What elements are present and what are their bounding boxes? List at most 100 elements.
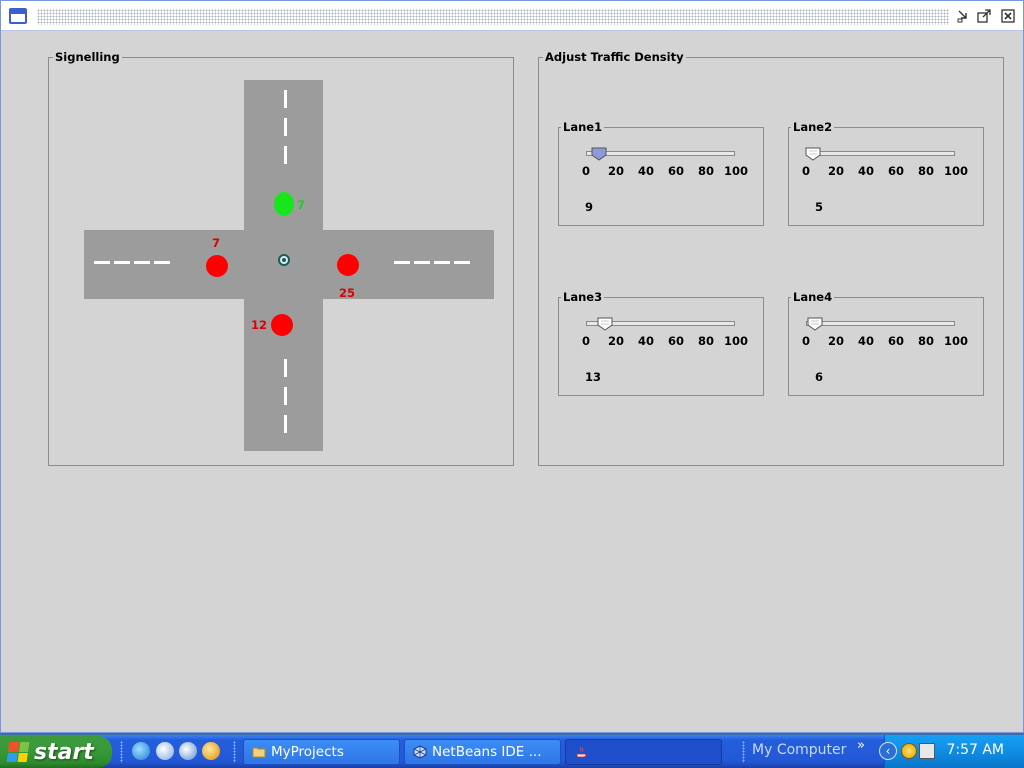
lane-marking: [284, 359, 287, 377]
lane-marking: [394, 261, 410, 264]
slider-tick-label: 20: [827, 334, 845, 348]
start-button[interactable]: start: [0, 736, 112, 768]
lane-label-4: Lane4: [791, 290, 835, 304]
windows-logo-icon: [6, 742, 30, 762]
slider-tick-label: 20: [607, 164, 625, 178]
taskbar: start MyProjects NetBeans IDE ... My Com…: [0, 735, 1024, 768]
signal-count-west: 7: [212, 236, 221, 250]
minimize-button[interactable]: [955, 8, 973, 24]
task-myprojects[interactable]: MyProjects: [243, 739, 400, 765]
my-computer-toolbar[interactable]: My Computer: [752, 742, 846, 758]
clock[interactable]: 7:57 AM: [946, 742, 1004, 758]
internet-explorer-icon[interactable]: [132, 742, 150, 760]
signal-count-north: 7: [297, 198, 306, 212]
lane-slider-track-2[interactable]: [806, 151, 955, 156]
lane-marking: [284, 387, 287, 405]
lane-slider-track-4[interactable]: [806, 321, 955, 326]
system-tray: ‹ 7:57 AM: [879, 735, 1024, 768]
signal-count-east: 25: [339, 286, 356, 300]
lane-value-3: 13: [585, 370, 602, 384]
slider-tick-label: 60: [887, 334, 905, 348]
lane-marking: [284, 415, 287, 433]
lane-value-2: 5: [815, 200, 824, 214]
signalling-title: Signelling: [53, 50, 122, 64]
traffic-density-panel: Adjust Traffic Density: [538, 50, 1004, 466]
java-icon: [576, 746, 587, 758]
folder-icon: [252, 747, 266, 758]
slider-tick-label: 100: [943, 164, 969, 178]
close-button[interactable]: [999, 8, 1017, 24]
signal-count-south: 12: [251, 318, 268, 332]
slider-tick-label: 100: [723, 164, 749, 178]
task-label-netbeans: NetBeans IDE ...: [432, 744, 542, 760]
frame-menu-icon[interactable]: [9, 8, 27, 24]
lane-label-2: Lane2: [791, 120, 835, 134]
internal-frame: Signelling 7 7 25 12 Adjust Traffic Dens…: [0, 0, 1024, 733]
signal-light-south: [271, 314, 293, 336]
maximize-button[interactable]: [975, 8, 993, 24]
slider-tick-label: 0: [801, 164, 811, 178]
lane-marking: [284, 118, 287, 136]
slider-tick-label: 0: [581, 334, 591, 348]
slider-tick-label: 80: [697, 334, 715, 348]
slider-tick-label: 40: [857, 334, 875, 348]
quicklaunch-grip[interactable]: [120, 741, 123, 763]
task-netbeans[interactable]: NetBeans IDE ...: [404, 739, 561, 765]
lane-marking: [434, 261, 450, 264]
junction-center-icon: [278, 254, 290, 266]
lane-marking: [284, 146, 287, 164]
slider-tick-label: 80: [917, 334, 935, 348]
slider-tick-label: 100: [943, 334, 969, 348]
minimize-icon: [957, 10, 967, 23]
lane-slider-thumb-2[interactable]: [805, 147, 821, 161]
signal-light-north: [274, 192, 294, 216]
close-icon: [1001, 9, 1015, 23]
lane-marking: [154, 261, 170, 264]
lane-marking: [454, 261, 470, 264]
traffic-density-title: Adjust Traffic Density: [543, 50, 686, 64]
task-java-app[interactable]: [565, 739, 722, 765]
slider-tick-label: 100: [723, 334, 749, 348]
slider-tick-label: 80: [917, 164, 935, 178]
browser-icon[interactable]: [179, 742, 197, 760]
slider-tick-label: 20: [607, 334, 625, 348]
lane-slider-thumb-1[interactable]: [591, 147, 607, 161]
lane-slider-thumb-4[interactable]: [807, 317, 823, 331]
slider-tick-label: 0: [801, 334, 811, 348]
lane-marking: [134, 261, 150, 264]
toolbar-chevron[interactable]: »: [857, 738, 865, 753]
slider-tick-label: 40: [857, 164, 875, 178]
messenger-icon[interactable]: [901, 743, 917, 759]
slider-tick-label: 60: [887, 164, 905, 178]
slider-tick-label: 0: [581, 164, 591, 178]
lane-value-4: 6: [815, 370, 824, 384]
title-bar-grip[interactable]: [37, 9, 949, 25]
tasks-grip[interactable]: [233, 741, 236, 763]
slider-tick-label: 80: [697, 164, 715, 178]
lane-slider-track-1[interactable]: [586, 151, 735, 156]
slider-tick-label: 60: [667, 164, 685, 178]
lane-label-3: Lane3: [561, 290, 605, 304]
lane-value-1: 9: [585, 200, 594, 214]
media-player-icon[interactable]: [202, 742, 220, 760]
slider-tick-label: 40: [637, 334, 655, 348]
title-bar[interactable]: [1, 1, 1023, 31]
netbeans-icon: [413, 745, 427, 759]
lane-marking: [414, 261, 430, 264]
network-icon[interactable]: [919, 743, 935, 759]
lane-marking: [94, 261, 110, 264]
slider-tick-label: 20: [827, 164, 845, 178]
lane-slider-thumb-3[interactable]: [597, 317, 613, 331]
maximize-icon: [977, 9, 991, 23]
road-horizontal: [84, 230, 494, 299]
signal-light-east: [337, 254, 359, 276]
toolbar-grip[interactable]: [742, 741, 745, 763]
signal-light-west: [206, 255, 228, 277]
tray-expand-icon[interactable]: ‹: [879, 742, 897, 760]
slider-tick-label: 40: [637, 164, 655, 178]
lane-marking: [114, 261, 130, 264]
lane-label-1: Lane1: [561, 120, 605, 134]
outlook-express-icon[interactable]: [156, 742, 174, 760]
lane-marking: [284, 90, 287, 108]
start-label: start: [34, 739, 94, 765]
